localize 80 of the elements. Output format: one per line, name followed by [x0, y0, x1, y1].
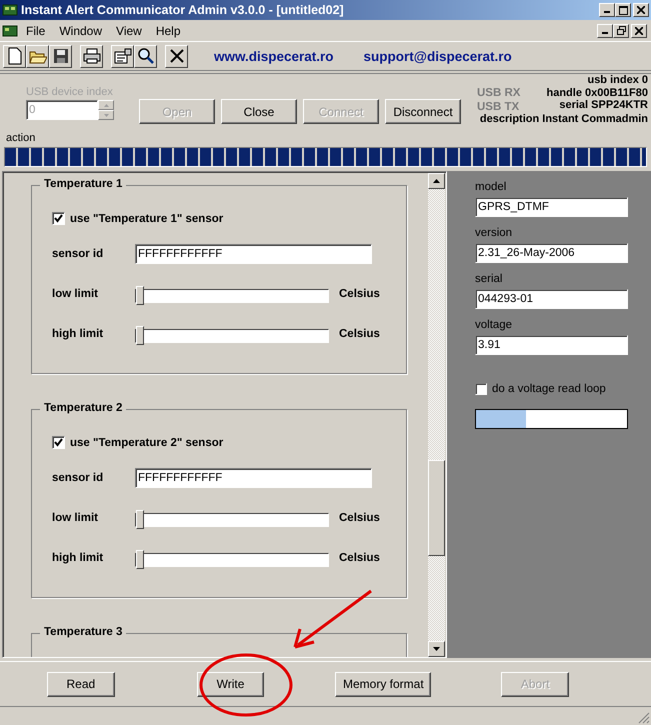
close-icon	[635, 26, 643, 34]
info-field[interactable]: GPRS_DTMF	[475, 197, 628, 217]
device-info-text: serial SPP24KTR	[559, 99, 648, 112]
field-label: version	[475, 227, 514, 241]
slider-thumb[interactable]	[136, 550, 144, 569]
slider-label: high limit	[52, 328, 104, 340]
unit-label: Celsius	[339, 512, 380, 524]
device-info-text: description Instant Commadmin	[480, 112, 648, 125]
minimize-button[interactable]	[599, 3, 615, 17]
restore-button[interactable]	[613, 24, 629, 38]
action-label: action	[5, 132, 36, 146]
menu-item[interactable]: Help	[150, 22, 187, 40]
new-file-icon[interactable]	[3, 44, 26, 68]
slider-thumb[interactable]	[136, 326, 144, 345]
close-button[interactable]	[631, 24, 647, 38]
checkbox-label: use "Temperature 2" sensor	[70, 436, 224, 448]
scroll-thumb[interactable]	[428, 460, 445, 556]
unit-label: Celsius	[339, 552, 380, 564]
usb-button[interactable]: Close	[221, 99, 297, 124]
scrollbar[interactable]	[428, 173, 445, 657]
website-link[interactable]: www.dispecerat.ro	[214, 48, 334, 64]
email-link[interactable]: support@dispecerat.ro	[364, 48, 512, 64]
print-icon[interactable]	[80, 44, 103, 68]
document-icon	[2, 24, 18, 38]
usb-indicator: USB TX	[477, 101, 520, 113]
slider-label: high limit	[52, 552, 104, 564]
spin-up-icon[interactable]	[98, 100, 114, 110]
field-label: model	[475, 181, 508, 195]
device-info-text: usb index 0	[587, 74, 648, 86]
action-button[interactable]: Write	[196, 672, 264, 696]
slider-label: low limit	[52, 512, 99, 524]
restore-icon	[616, 26, 626, 35]
usb-button[interactable]: Disconnect	[385, 99, 461, 124]
app-icon	[2, 3, 18, 17]
info-field[interactable]: 3.91	[475, 335, 628, 355]
info-field[interactable]: 2.31_26-May-2006	[475, 243, 628, 263]
minimize-icon	[602, 32, 608, 34]
properties-icon[interactable]	[111, 44, 134, 68]
field-label: sensor id	[52, 248, 104, 260]
slider-thumb[interactable]	[136, 286, 144, 305]
search-icon[interactable]	[134, 44, 157, 68]
info-field[interactable]: 044293-01	[475, 289, 628, 309]
maximize-icon	[618, 6, 628, 14]
action-button[interactable]: Memory format	[335, 672, 432, 696]
action-button[interactable]: Read	[47, 672, 115, 696]
checkbox[interactable]	[475, 383, 487, 395]
menu-item[interactable]: View	[110, 22, 148, 40]
save-icon[interactable]	[49, 44, 72, 68]
checkbox-label: use "Temperature 1" sensor	[70, 212, 224, 224]
sensor-id-field[interactable]: FFFFFFFFFFFF	[135, 244, 372, 264]
minimize-icon	[604, 11, 610, 13]
slider-label: low limit	[52, 288, 99, 300]
checkbox[interactable]	[52, 212, 65, 225]
field-label: sensor id	[52, 472, 104, 484]
slider-thumb[interactable]	[136, 510, 144, 529]
checkbox[interactable]	[52, 436, 65, 449]
field-label: voltage	[475, 319, 514, 333]
group-title: Temperature 3	[40, 626, 126, 638]
resize-grip-icon[interactable]	[638, 712, 650, 724]
field-label: serial	[475, 273, 504, 287]
maximize-button[interactable]	[615, 3, 631, 17]
close-icon[interactable]	[165, 44, 188, 68]
window-title: Instant Alert Communicator Admin v3.0.0 - [untitled02]	[21, 3, 344, 17]
menu-item[interactable]: File	[20, 22, 52, 40]
scroll-up-icon[interactable]	[428, 173, 445, 189]
device-info-text: handle 0x00B11F80	[546, 86, 648, 99]
folder-icon[interactable]	[26, 44, 49, 68]
close-button[interactable]	[633, 3, 649, 17]
close-icon	[637, 6, 645, 14]
group-title: Temperature 2	[40, 402, 126, 414]
spin-down-icon[interactable]	[98, 110, 114, 120]
minimize-button[interactable]	[597, 24, 613, 38]
scroll-down-icon[interactable]	[428, 641, 445, 657]
usb-indicator: USB RX	[477, 87, 520, 99]
group-title: Temperature 1	[40, 178, 126, 190]
checkbox-label: do a voltage read loop	[492, 383, 606, 395]
unit-label: Celsius	[339, 288, 380, 300]
menu-item[interactable]: Window	[53, 22, 108, 40]
sensor-id-field[interactable]: FFFFFFFFFFFF	[135, 468, 372, 488]
unit-label: Celsius	[339, 328, 380, 340]
